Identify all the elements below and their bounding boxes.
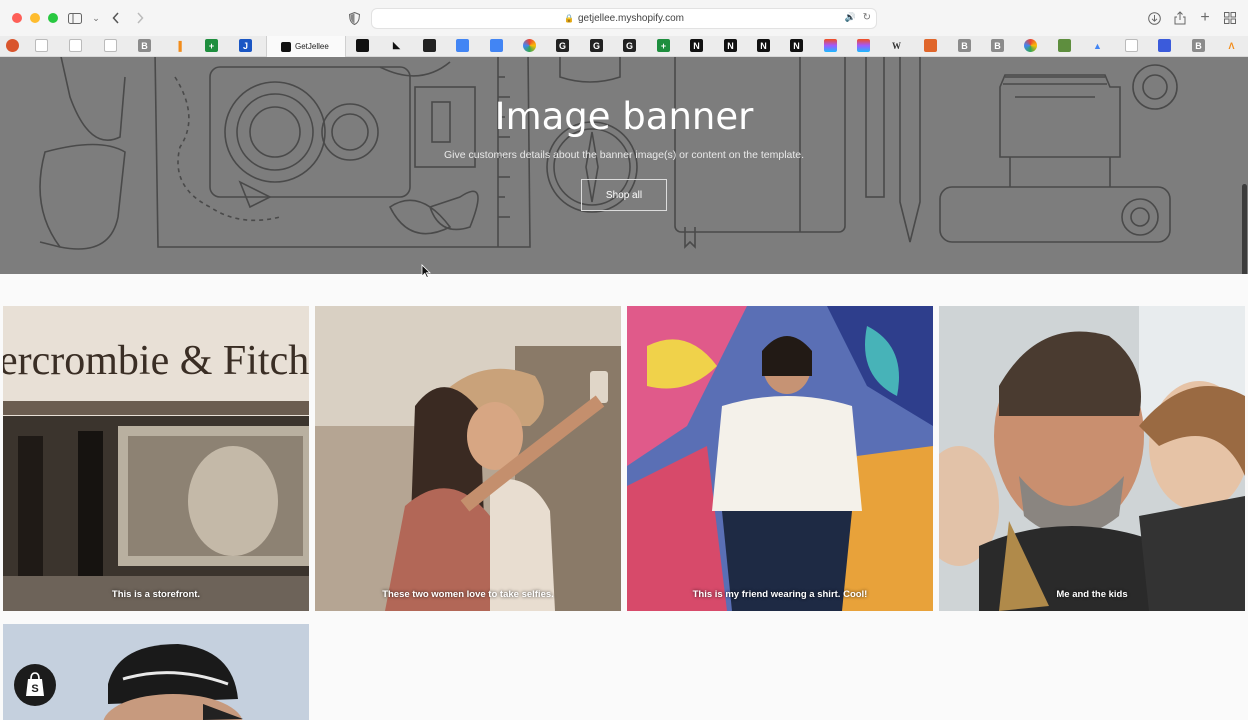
notion-favicon[interactable]: N [790,39,803,52]
url-text: getjellee.myshopify.com [577,13,684,24]
storefront-image: ercrombie & Fitch [3,306,309,611]
docs-favicon[interactable] [490,39,503,52]
notion-favicon[interactable]: N [724,39,737,52]
svg-text:ercrombie & Fitch: ercrombie & Fitch [3,338,309,384]
back-icon[interactable] [107,9,125,27]
bookmark-favicon[interactable] [6,39,19,52]
colorful-favicon[interactable] [1024,39,1037,52]
gallery-caption: This is my friend wearing a shirt. Cool! [692,589,868,600]
shopify-favicon[interactable] [356,39,369,52]
gallery-card-selfie[interactable]: These two women love to take selfies. [315,306,621,611]
gallery-card-shirt[interactable]: This is my friend wearing a shirt. Cool! [627,306,933,611]
gallery-caption: This is a storefront. [111,589,201,600]
shirt-image [627,306,933,611]
sidebar-toggle-icon[interactable] [66,9,84,27]
bookmark-favicon[interactable] [104,39,117,52]
bookmark-favicon[interactable] [1125,39,1138,52]
gallery-caption: Me and the kids [1056,589,1128,600]
forward-icon[interactable] [131,9,149,27]
docs-favicon[interactable] [456,39,469,52]
notion-favicon[interactable]: N [690,39,703,52]
figma-favicon[interactable] [857,39,870,52]
scrollbar-thumb[interactable] [1242,184,1247,274]
lock-icon: 🔒 [564,14,574,23]
figma-favicon[interactable] [824,39,837,52]
b-favicon[interactable]: B [1192,39,1205,52]
minimize-window-button[interactable] [30,13,40,23]
close-window-button[interactable] [12,13,22,23]
g-favicon[interactable]: G [623,39,636,52]
zoom-window-button[interactable] [48,13,58,23]
bookmark-favicon[interactable] [35,39,48,52]
dark-favicon[interactable] [423,39,436,52]
mouse-cursor-icon [421,264,431,278]
g-favicon[interactable]: G [590,39,603,52]
orange-a-favicon[interactable]: Λ [1225,39,1238,52]
new-tab-icon[interactable]: + [1196,9,1214,27]
family-image [939,306,1245,611]
boot-favicon[interactable]: ◣ [390,39,403,52]
reload-icon[interactable]: ↻ [863,12,871,23]
notion-favicon[interactable]: N [757,39,770,52]
gallery-card-kids[interactable]: Me and the kids [939,306,1245,611]
share-icon[interactable] [1171,9,1189,27]
tab-overview-icon[interactable] [1221,9,1239,27]
b-favicon[interactable]: B [138,39,151,52]
blue-favicon[interactable] [1158,39,1171,52]
colorful-favicon[interactable] [523,39,536,52]
pinned-tabs-bar: B ▐ + J ◣ G G G + N N N N W B B ▲ B Λ [0,36,1248,57]
b-favicon[interactable]: B [991,39,1004,52]
browser-toolbar: ⌄ 🔒 getjellee.myshopify.com 🔊 ↻ + [0,0,1248,36]
analytics-favicon[interactable]: ▐ [172,39,185,52]
orange-favicon[interactable] [924,39,937,52]
selfie-image [315,306,621,611]
g-favicon[interactable]: G [556,39,569,52]
browser-window: ⌄ 🔒 getjellee.myshopify.com 🔊 ↻ + B ▐ + … [0,0,1248,720]
sheets-favicon[interactable]: + [205,39,218,52]
google-ads-favicon[interactable]: ▲ [1091,39,1104,52]
image-banner: Image banner Give customers details abou… [0,57,1248,274]
banner-title: Image banner [494,95,754,138]
address-bar[interactable]: 🔒 getjellee.myshopify.com 🔊 ↻ [371,8,877,29]
active-tab-title: GetJellee [295,42,329,51]
shopify-bag-icon[interactable]: S [14,664,56,706]
gallery-card-storefront[interactable]: ercrombie & Fitch This is a storefront. [3,306,309,611]
active-tab[interactable]: GetJellee [266,36,346,57]
shopify-favicon [281,41,291,52]
privacy-shield-icon[interactable] [345,9,363,27]
chevron-down-icon[interactable]: ⌄ [87,9,105,27]
shop-all-button[interactable]: Shop all [581,179,667,211]
svg-text:S: S [31,683,38,695]
audio-playing-icon[interactable]: 🔊 [845,12,856,23]
downloads-icon[interactable] [1145,9,1163,27]
window-controls [12,13,58,23]
wikipedia-favicon[interactable]: W [890,39,903,52]
banner-subtitle: Give customers details about the banner … [443,149,805,161]
j-favicon[interactable]: J [239,39,252,52]
banner-illustration [39,57,1178,250]
sheets-favicon[interactable]: + [657,39,670,52]
gallery-caption: These two women love to take selfies. [382,589,554,600]
shopify-green-favicon[interactable] [1058,39,1071,52]
bookmark-favicon[interactable] [69,39,82,52]
b-favicon[interactable]: B [958,39,971,52]
